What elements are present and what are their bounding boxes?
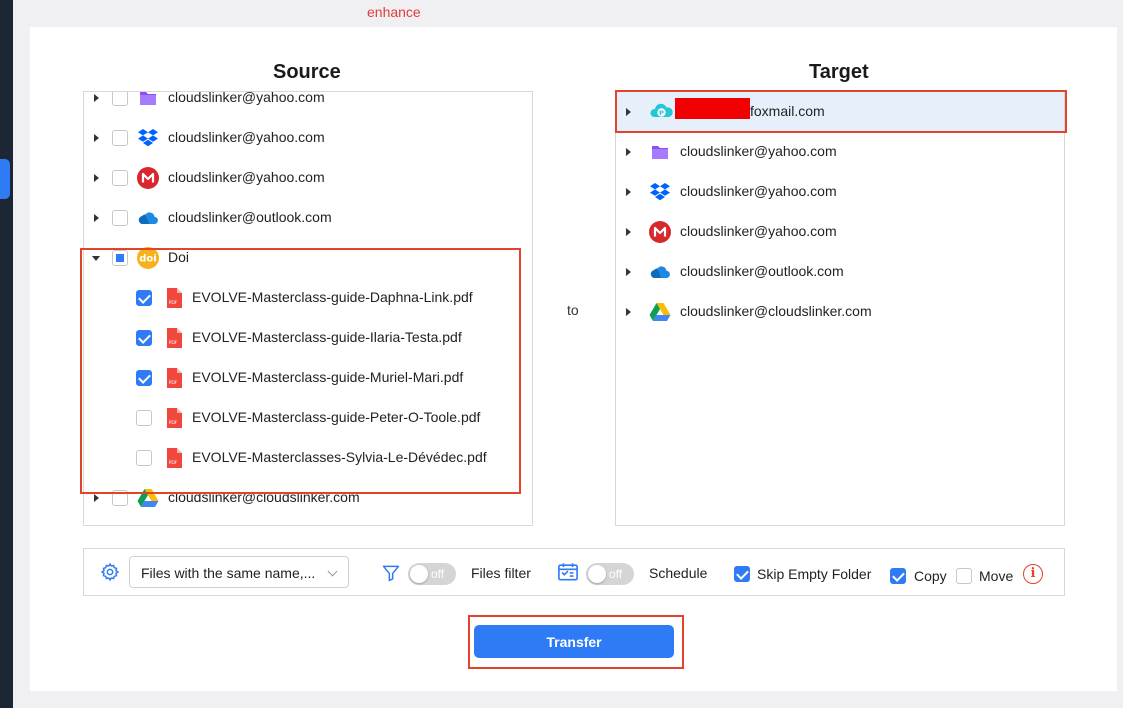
expand-caret-icon[interactable]: [94, 494, 99, 502]
account-label: cloudslinker@yahoo.com: [168, 91, 325, 105]
account-checkbox[interactable]: [112, 170, 128, 186]
files-filter-toggle[interactable]: off: [408, 563, 456, 585]
expand-caret-icon[interactable]: [626, 308, 631, 316]
source-account-row[interactable]: cloudslinker@outlook.com: [84, 198, 514, 238]
source-account-row[interactable]: cloudslinker@yahoo.com: [84, 118, 514, 158]
toggle-state-label: off: [609, 567, 623, 581]
schedule-toggle[interactable]: off: [586, 563, 634, 585]
info-icon[interactable]: i: [1023, 564, 1043, 584]
left-strip: [0, 0, 13, 708]
conflict-option-value: Files with the same name,...: [141, 565, 316, 581]
source-account-row[interactable]: cloudslinker@yahoo.com: [84, 91, 514, 118]
target-account-row[interactable]: cloudslinker@yahoo.com: [616, 132, 1064, 172]
expand-caret-icon[interactable]: [94, 134, 99, 142]
mega-icon: [648, 220, 672, 244]
calendar-icon: [557, 562, 579, 585]
target-account-row[interactable]: cloudslinker@yahoo.com: [616, 172, 1064, 212]
account-label: cloudslinker@outlook.com: [168, 209, 332, 225]
expand-caret-icon[interactable]: [626, 188, 631, 196]
toggle-state-label: off: [431, 567, 445, 581]
account-checkbox[interactable]: [112, 92, 128, 106]
to-label: to: [567, 302, 579, 318]
source-heading: Source: [273, 61, 341, 83]
expand-caret-icon[interactable]: [94, 94, 99, 102]
mega-icon: [136, 166, 160, 190]
target-account-row[interactable]: cloudslinker@cloudslinker.com: [616, 292, 1064, 332]
transfer-panel: Source Target cloudslinker@yahoo.com clo…: [30, 27, 1117, 691]
enhance-label: enhance: [367, 4, 421, 20]
account-label: cloudslinker@yahoo.com: [680, 223, 837, 239]
purple-folder-icon: [648, 140, 672, 164]
copy-label: Copy: [914, 568, 947, 584]
target-tree[interactable]: P foxmail.com cloudslinker@yahoo.com clo…: [615, 91, 1065, 526]
dropbox-icon: [136, 126, 160, 150]
expand-caret-icon[interactable]: [626, 148, 631, 156]
toggle-knob: [410, 565, 428, 583]
copy-checkbox[interactable]: [890, 568, 906, 584]
conflict-option-select[interactable]: Files with the same name,...: [129, 556, 349, 588]
sidebar-active-indicator[interactable]: [0, 159, 10, 199]
doi-highlight-box: [80, 248, 521, 494]
move-label: Move: [979, 568, 1014, 584]
skip-empty-folder-label: Skip Empty Folder: [757, 566, 872, 582]
expand-caret-icon[interactable]: [94, 174, 99, 182]
schedule-label: Schedule: [649, 565, 708, 581]
toggle-knob: [588, 565, 606, 583]
account-label: cloudslinker@yahoo.com: [168, 129, 325, 145]
account-label: cloudslinker@yahoo.com: [680, 183, 837, 199]
account-checkbox[interactable]: [112, 130, 128, 146]
account-label: cloudslinker@cloudslinker.com: [680, 303, 872, 319]
expand-caret-icon[interactable]: [94, 214, 99, 222]
move-checkbox[interactable]: [956, 568, 972, 584]
filter-funnel-icon: [381, 563, 401, 586]
account-checkbox[interactable]: [112, 210, 128, 226]
files-filter-label: Files filter: [471, 565, 531, 581]
account-label: cloudslinker@outlook.com: [680, 263, 844, 279]
onedrive-icon: [648, 260, 672, 284]
expand-caret-icon[interactable]: [626, 268, 631, 276]
expand-caret-icon[interactable]: [626, 228, 631, 236]
dropbox-icon: [648, 180, 672, 204]
target-heading: Target: [809, 61, 869, 83]
target-account-row[interactable]: cloudslinker@yahoo.com: [616, 212, 1064, 252]
options-toolbar: Files with the same name,... off Files f…: [83, 548, 1065, 596]
onedrive-icon: [136, 206, 160, 230]
skip-empty-folder-checkbox[interactable]: [734, 566, 750, 582]
account-label: cloudslinker@yahoo.com: [680, 143, 837, 159]
source-account-row[interactable]: cloudslinker@yahoo.com: [84, 158, 514, 198]
settings-gear-icon[interactable]: [100, 562, 120, 585]
target-highlight-box: [615, 90, 1067, 133]
account-label: cloudslinker@yahoo.com: [168, 169, 325, 185]
target-account-row[interactable]: cloudslinker@outlook.com: [616, 252, 1064, 292]
chevron-down-icon: [327, 566, 338, 577]
google-drive-icon: [648, 300, 672, 324]
purple-folder-icon: [136, 92, 160, 110]
transfer-highlight-box: [468, 615, 684, 669]
